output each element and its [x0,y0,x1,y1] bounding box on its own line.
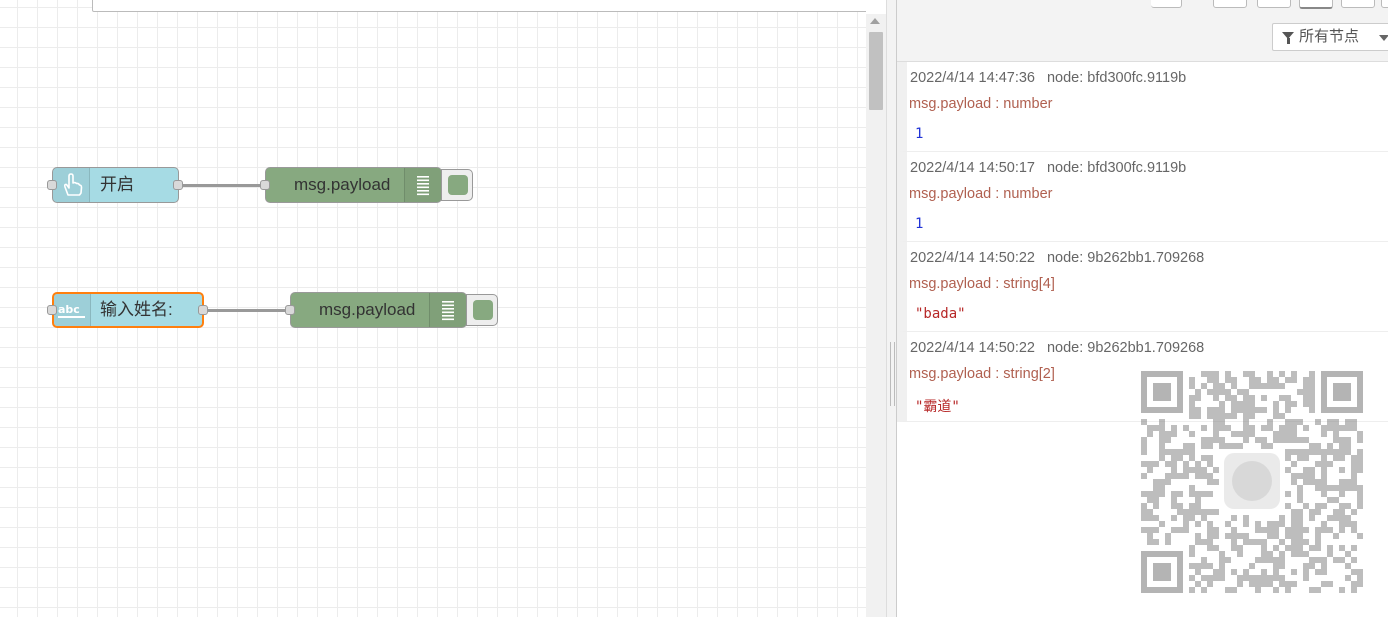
message-topic[interactable]: msg.payload : string[2] [909,366,1055,382]
message-value[interactable]: 1 [915,216,923,232]
message-node-id[interactable]: node: bfd300fc.9119b [1047,160,1186,176]
filter-nodes-button[interactable]: 所有节点 [1272,23,1388,51]
debug-toggle-button[interactable] [466,294,498,326]
debug-toolbar: 所有节点 [897,14,1388,62]
input-port[interactable] [260,180,270,190]
canvas-scrollbar[interactable] [866,14,886,617]
message-value[interactable]: "bada" [915,306,966,322]
sidebar-tab[interactable] [1257,0,1291,8]
filter-label: 所有节点 [1299,28,1360,45]
scrollbar-thumb[interactable] [869,32,883,110]
message-value[interactable]: "霸道" [915,396,960,416]
node-label: msg.payload [294,175,391,194]
scroll-up-arrow-icon[interactable] [870,18,880,24]
inject-node-start[interactable]: 开启 [52,167,179,203]
node-label: msg.payload [319,300,416,319]
list-icon [404,168,441,202]
message-timestamp: 2022/4/14 14:50:22 [910,250,1035,266]
svg-text:abc: abc [58,303,80,316]
sidebar-tab[interactable] [1341,0,1375,8]
list-icon [429,293,466,327]
sidebar-splitter[interactable] [886,0,897,617]
qr-logo-image [1224,453,1280,509]
caret-down-icon [1379,35,1388,41]
sidebar-tab[interactable] [1381,0,1388,8]
output-port[interactable] [198,305,208,315]
abc-icon: abc [54,294,91,326]
wire[interactable] [182,184,264,187]
workspace-tab-bar [92,0,866,12]
sidebar-tab-debug[interactable] [1299,0,1333,9]
input-port[interactable] [285,305,295,315]
debug-node-2[interactable]: msg.payload [290,292,467,328]
sidebar-tab-bar [897,0,1388,14]
output-port[interactable] [173,180,183,190]
node-label: 输入姓名: [100,300,173,319]
message-timestamp: 2022/4/14 14:47:36 [910,70,1035,86]
message-node-id[interactable]: node: 9b262bb1.709268 [1047,340,1204,356]
message-topic[interactable]: msg.payload : number [909,186,1052,202]
hand-pointer-icon [53,168,90,202]
debug-toggle-button[interactable] [441,169,473,201]
message-meta: 2022/4/14 14:50:22 node: 9b262bb1.709268 [910,250,1204,266]
wire[interactable] [207,309,289,312]
splitter-grip[interactable] [890,342,895,406]
message-meta: 2022/4/14 14:47:36 node: bfd300fc.9119b [910,70,1186,86]
input-port[interactable] [47,305,57,315]
message-topic[interactable]: msg.payload : string[4] [909,276,1055,292]
message-topic[interactable]: msg.payload : number [909,96,1052,112]
sidebar-tab[interactable] [1151,0,1182,8]
debug-message-list: 2022/4/14 14:47:36 node: bfd300fc.9119b m… [897,62,1388,422]
message-value[interactable]: 1 [915,126,923,142]
message-node-id[interactable]: node: 9b262bb1.709268 [1047,250,1204,266]
text-input-node[interactable]: abc 输入姓名: [52,292,204,328]
flow-canvas[interactable]: 开启 msg.payload abc 输入姓名: msg.payload [0,0,866,617]
sidebar-tab[interactable] [1213,0,1247,8]
message-meta: 2022/4/14 14:50:22 node: 9b262bb1.709268 [910,340,1204,356]
input-port[interactable] [47,180,57,190]
message-node-id[interactable]: node: bfd300fc.9119b [1047,70,1186,86]
message-timestamp: 2022/4/14 14:50:17 [910,160,1035,176]
message-meta: 2022/4/14 14:50:17 node: bfd300fc.9119b [910,160,1186,176]
debug-node-1[interactable]: msg.payload [265,167,442,203]
debug-message: 2022/4/14 14:47:36 node: bfd300fc.9119b m… [897,62,1388,152]
message-timestamp: 2022/4/14 14:50:22 [910,340,1035,356]
node-label: 开启 [100,175,134,194]
debug-message: 2022/4/14 14:50:22 node: 9b262bb1.709268 … [897,242,1388,332]
debug-message: 2022/4/14 14:50:17 node: bfd300fc.9119b m… [897,152,1388,242]
